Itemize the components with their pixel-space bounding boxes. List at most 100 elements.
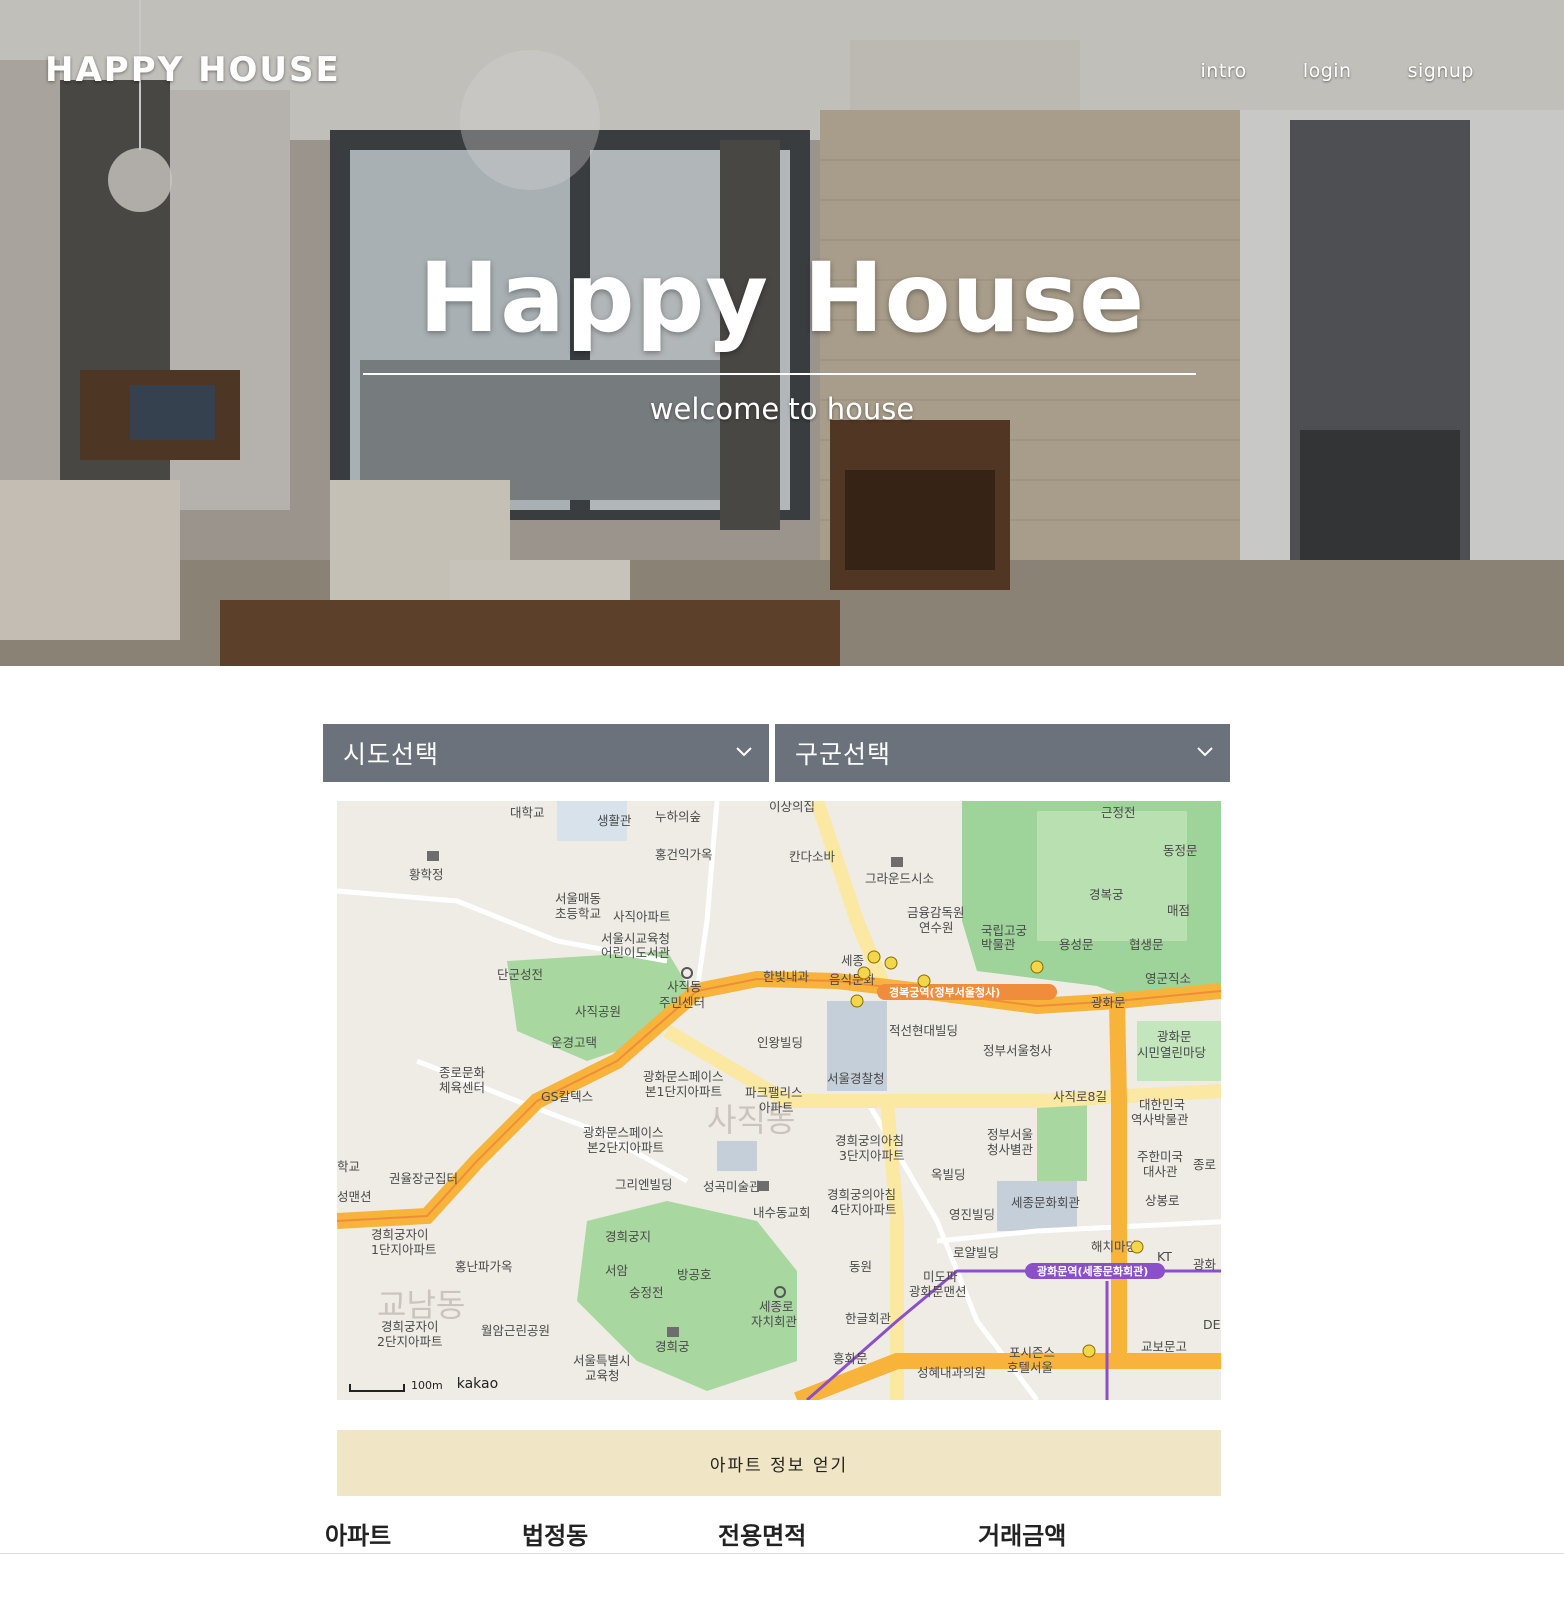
map-label: 생활관 xyxy=(597,813,632,828)
map-label: 광화문맨션 xyxy=(909,1284,967,1299)
map-label: 서울경찰청 xyxy=(827,1071,885,1086)
map-label: 광화문 xyxy=(1157,1029,1192,1044)
map-label: 역사박물관 xyxy=(1131,1112,1189,1127)
map-label: 서울시교육청 xyxy=(601,931,670,946)
map-label: 그라운드시소 xyxy=(865,871,934,886)
map-canvas[interactable]: 경복궁역(정부서울청사) 광화문역(세종문화회관) 사직동 교남동 대학교 생활… xyxy=(337,801,1221,1400)
chevron-down-icon xyxy=(1197,747,1213,757)
map-label: 광화문스페이스 xyxy=(583,1125,664,1140)
get-apt-info-button[interactable]: 아파트 정보 얻기 xyxy=(337,1430,1221,1496)
map-label: 본2단지아파트 xyxy=(587,1140,664,1155)
map-label: 사직공원 xyxy=(575,1004,621,1019)
map-label: 학교 xyxy=(337,1159,360,1174)
map-label: 경희궁의아침 xyxy=(827,1187,896,1202)
map-label: 정부서울 xyxy=(987,1127,1033,1142)
map-label: 경희궁 xyxy=(655,1339,690,1354)
map-label: 로얄빌딩 xyxy=(953,1245,999,1260)
map-label: 대한민국 xyxy=(1139,1097,1185,1112)
map-label: 광화문스페이스 xyxy=(643,1069,724,1084)
map-label: 매점 xyxy=(1167,903,1190,918)
scale-label: 100m xyxy=(411,1379,443,1392)
map-label: 적선현대빌딩 xyxy=(889,1023,958,1038)
poi-marker-icon xyxy=(891,857,903,867)
map-label: 포시즌스 xyxy=(1009,1345,1055,1360)
map-label: 권율장군집터 xyxy=(389,1171,458,1186)
map-label: 서울매동 xyxy=(555,891,601,906)
map-label: 내수동교회 xyxy=(753,1205,811,1220)
map-label: 국립고궁 xyxy=(981,923,1027,938)
map-label: 3단지아파트 xyxy=(839,1148,904,1163)
map-label: 인왕빌딩 xyxy=(757,1035,803,1050)
map-label: 광화 xyxy=(1193,1257,1217,1272)
map-label: 홍건익가옥 xyxy=(655,847,713,862)
map-label: DE xyxy=(1203,1317,1221,1332)
hero-title: Happy House xyxy=(418,242,1146,354)
map-label: 경희궁자이 xyxy=(371,1227,429,1242)
map-label: 2단지아파트 xyxy=(377,1334,442,1349)
map-label: 연수원 xyxy=(919,920,954,935)
map-label: 초등학교 xyxy=(555,906,601,921)
map-label: 정부서울청사 xyxy=(983,1043,1053,1058)
map-label: 교육청 xyxy=(585,1368,620,1383)
hero-divider xyxy=(363,373,1196,375)
nav-signup-link[interactable]: signup xyxy=(1408,60,1474,82)
map-label: 세종문화회관 xyxy=(1011,1195,1081,1210)
map-label: 사직아파트 xyxy=(613,909,671,924)
map-label: 미도파 xyxy=(923,1269,958,1284)
poi-marker-icon xyxy=(757,1181,769,1191)
map-label: 경희궁지 xyxy=(605,1229,651,1244)
map-label: 칸다소바 xyxy=(789,849,836,864)
sido-select[interactable]: 시도선택 xyxy=(323,724,769,782)
hero-banner: HAPPY HOUSE intro login signup Happy Hou… xyxy=(0,0,1564,666)
map-label: 종로문화 xyxy=(439,1065,486,1080)
map-label: 협생문 xyxy=(1129,937,1164,952)
kakao-map[interactable]: 경복궁역(정부서울청사) 광화문역(세종문화회관) 사직동 교남동 대학교 생활… xyxy=(337,801,1221,1400)
map-label: 대사관 xyxy=(1143,1164,1178,1179)
apt-table-header: 아파트 법정동 전용면적 거래금액 xyxy=(0,1510,1564,1554)
map-label: 상봉로 xyxy=(1145,1193,1180,1208)
map-label: 경희궁자이 xyxy=(381,1319,439,1334)
map-label: 호텔서울 xyxy=(1007,1360,1053,1375)
map-label: 청사별관 xyxy=(987,1142,1034,1157)
map-label: 자치회관 xyxy=(751,1314,798,1329)
gugun-select[interactable]: 구군선택 xyxy=(775,724,1230,782)
map-label: GS칼텍스 xyxy=(541,1089,593,1104)
chevron-down-icon xyxy=(736,747,752,757)
map-label: 동정문 xyxy=(1163,843,1198,858)
map-label: 경복궁 xyxy=(1089,887,1124,902)
map-label: 박물관 xyxy=(981,937,1016,952)
map-label: 광화문 xyxy=(1091,995,1126,1010)
map-label: 세종 xyxy=(841,953,864,968)
hero-subtitle: welcome to house xyxy=(649,392,915,426)
nav-login-link[interactable]: login xyxy=(1303,60,1352,82)
map-label: 운경고택 xyxy=(551,1035,597,1050)
site-logo[interactable]: HAPPY HOUSE xyxy=(45,50,341,90)
map-label: 경희궁의아침 xyxy=(835,1133,904,1148)
map-label: 황학정 xyxy=(409,867,444,882)
map-label: 대학교 xyxy=(510,805,545,820)
map-label: 사직로8길 xyxy=(1053,1089,1107,1104)
map-label: 한빛내과 xyxy=(763,969,810,984)
map-label: 주민센터 xyxy=(659,995,705,1010)
map-label: 종로 xyxy=(1193,1157,1216,1172)
map-label: 본1단지아파트 xyxy=(645,1084,722,1099)
column-header-dong: 법정동 xyxy=(522,1522,589,1550)
map-label: 근정전 xyxy=(1101,805,1136,820)
top-nav: intro login signup xyxy=(1145,60,1474,82)
map-label: 홍난파가옥 xyxy=(455,1259,513,1274)
map-label: 어린이도서관 xyxy=(601,945,671,960)
column-header-price: 거래금액 xyxy=(978,1522,1067,1550)
map-label: 성맨션 xyxy=(337,1189,372,1204)
map-label: 성곡미술관 xyxy=(703,1179,761,1194)
column-header-apt: 아파트 xyxy=(325,1522,392,1550)
map-label: 교보문고 xyxy=(1141,1339,1187,1354)
map-label: 세종로 xyxy=(759,1299,794,1314)
map-label: 영진빌딩 xyxy=(949,1207,995,1222)
map-provider-logo: kakao xyxy=(456,1376,499,1392)
map-label: 아파트 xyxy=(759,1100,794,1115)
map-label: 옥빌딩 xyxy=(931,1167,966,1182)
map-label: 성혜내과의원 xyxy=(917,1365,986,1380)
gugun-select-value: 구군선택 xyxy=(795,740,892,769)
map-label: 서울특별시 xyxy=(573,1353,631,1368)
nav-intro-link[interactable]: intro xyxy=(1201,60,1247,82)
